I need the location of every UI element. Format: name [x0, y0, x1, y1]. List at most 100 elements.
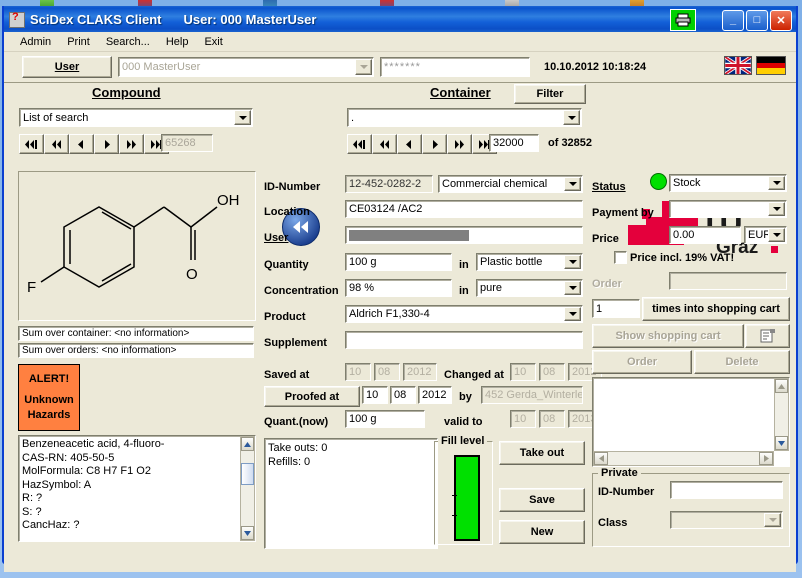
menu-item-help[interactable]: Help	[158, 35, 197, 49]
quantity-field[interactable]: 100 g	[345, 253, 452, 271]
scroll-down-button[interactable]	[775, 436, 788, 450]
menu-item-print[interactable]: Print	[59, 35, 98, 49]
user-button[interactable]: User	[22, 56, 112, 78]
menu-item-admin[interactable]: Admin	[12, 35, 59, 49]
nav-next-button[interactable]	[422, 134, 447, 154]
proofed-month-field[interactable]: 08	[390, 386, 416, 404]
quant-now-field[interactable]: 100 g	[345, 410, 425, 428]
chevron-down-icon[interactable]	[355, 59, 372, 75]
take-out-button[interactable]: Take out	[499, 441, 585, 465]
maximize-button[interactable]: □	[746, 9, 768, 31]
delete-button[interactable]: Delete	[694, 350, 790, 374]
currency-select[interactable]: EUR	[744, 226, 787, 244]
nav-fastback-button[interactable]	[372, 134, 397, 154]
svg-text:O: O	[186, 266, 198, 283]
document-properties-icon[interactable]	[745, 324, 790, 348]
label-quant-now: Quant.(now)	[264, 416, 329, 428]
notes-box[interactable]	[592, 377, 790, 467]
order-field	[669, 272, 787, 290]
info-scrollbar[interactable]	[240, 436, 255, 541]
label-by: by	[459, 391, 472, 403]
compound-search-select[interactable]: List of search	[19, 108, 253, 127]
proofed-at-button[interactable]: Proofed at	[264, 386, 360, 407]
scroll-right-button[interactable]	[759, 452, 773, 465]
compound-search-value: List of search	[23, 111, 89, 124]
id-number-field[interactable]: 12-452-0282-2	[345, 175, 433, 193]
minimize-button[interactable]: _	[722, 9, 744, 31]
user-select[interactable]: 000 MasterUser	[118, 57, 374, 77]
uk-flag-icon[interactable]	[724, 56, 752, 75]
nav-first-button[interactable]	[19, 134, 44, 154]
container-select[interactable]: .	[347, 108, 582, 127]
nav-prev-button[interactable]	[69, 134, 94, 154]
container-record-number[interactable]: 32000	[489, 134, 539, 152]
nav-next-button[interactable]	[94, 134, 119, 154]
compound-record-number[interactable]: 65268	[161, 134, 213, 152]
password-field[interactable]: *******	[380, 57, 530, 77]
chevron-down-icon[interactable]	[764, 513, 781, 527]
window-title: SciDex CLAKS Client	[30, 11, 162, 27]
alert-line3: Hazards	[27, 409, 71, 421]
scroll-up-button[interactable]	[775, 379, 788, 393]
notes-horizontal-scrollbar[interactable]	[593, 451, 774, 466]
chevron-down-icon[interactable]	[234, 110, 251, 125]
solvent-select[interactable]: pure	[476, 279, 583, 297]
status-select[interactable]: Stock	[669, 174, 787, 192]
product-select[interactable]: Aldrich F1,330-4	[345, 305, 583, 323]
container-select-value: .	[351, 111, 355, 124]
menu-bar: Admin Print Search... Help Exit	[4, 32, 796, 52]
proofed-day-field[interactable]: 10	[362, 386, 388, 404]
cart-quantity-field[interactable]: 1	[592, 299, 640, 318]
private-id-field[interactable]	[670, 481, 783, 499]
scroll-left-button[interactable]	[594, 452, 608, 465]
scrollbar-thumb[interactable]	[241, 463, 254, 485]
fill-level-gauge	[452, 455, 480, 541]
nav-fastforward-button[interactable]	[119, 134, 144, 154]
show-shopping-cart-button[interactable]: Show shopping cart	[592, 324, 744, 348]
order-button[interactable]: Order	[592, 350, 692, 374]
add-to-cart-button[interactable]: times into shopping cart	[642, 297, 790, 321]
chevron-down-icon[interactable]	[564, 281, 581, 295]
notes-vertical-scrollbar[interactable]	[774, 378, 789, 451]
chevron-down-icon[interactable]	[564, 255, 581, 269]
chevron-down-icon[interactable]	[768, 202, 785, 216]
proofed-year-field[interactable]: 2012	[418, 386, 452, 404]
close-button[interactable]: ✕	[770, 9, 792, 31]
printer-icon[interactable]	[670, 9, 696, 31]
concentration-field[interactable]: 98 %	[345, 279, 452, 297]
container-navigation	[347, 134, 497, 154]
chemical-type-select[interactable]: Commercial chemical	[438, 175, 583, 193]
filter-button[interactable]: Filter	[514, 84, 586, 104]
menu-item-exit[interactable]: Exit	[196, 35, 230, 49]
chevron-down-icon[interactable]	[564, 307, 581, 321]
location-field[interactable]: CE03124 /AC2	[345, 200, 583, 218]
menu-item-search[interactable]: Search...	[98, 35, 158, 49]
chevron-down-icon[interactable]	[768, 176, 785, 190]
chevron-down-icon[interactable]	[564, 177, 581, 191]
new-button[interactable]: New	[499, 520, 585, 544]
user-field[interactable]	[345, 226, 583, 244]
product-value: Aldrich F1,330-4	[349, 308, 430, 320]
datetime-display: 10.10.2012 10:18:24	[544, 61, 647, 73]
nav-fastforward-button[interactable]	[447, 134, 472, 154]
chevron-down-icon[interactable]	[768, 228, 785, 242]
nav-fastback-button[interactable]	[44, 134, 69, 154]
saved-day-field: 10	[345, 363, 371, 381]
nav-prev-button[interactable]	[397, 134, 422, 154]
german-flag-icon[interactable]	[756, 56, 786, 75]
price-field[interactable]: 0.00	[669, 226, 741, 244]
payment-select[interactable]	[669, 200, 787, 218]
info-line: MolFormula: C8 H7 F1 O2	[22, 465, 151, 477]
nav-first-button[interactable]	[347, 134, 372, 154]
save-button[interactable]: Save	[499, 488, 585, 512]
app-question-icon: ?	[9, 11, 25, 28]
vat-checkbox[interactable]	[614, 251, 627, 264]
supplement-field[interactable]	[345, 331, 583, 349]
container-type-select[interactable]: Plastic bottle	[476, 253, 583, 271]
private-class-select[interactable]	[670, 511, 783, 529]
scroll-down-button[interactable]	[241, 526, 254, 540]
chevron-down-icon[interactable]	[563, 110, 580, 125]
compound-info-box[interactable]: Benzeneacetic acid, 4-fluoro- CAS-RN: 40…	[18, 435, 256, 542]
scroll-up-button[interactable]	[241, 437, 254, 451]
label-product: Product	[264, 311, 306, 323]
